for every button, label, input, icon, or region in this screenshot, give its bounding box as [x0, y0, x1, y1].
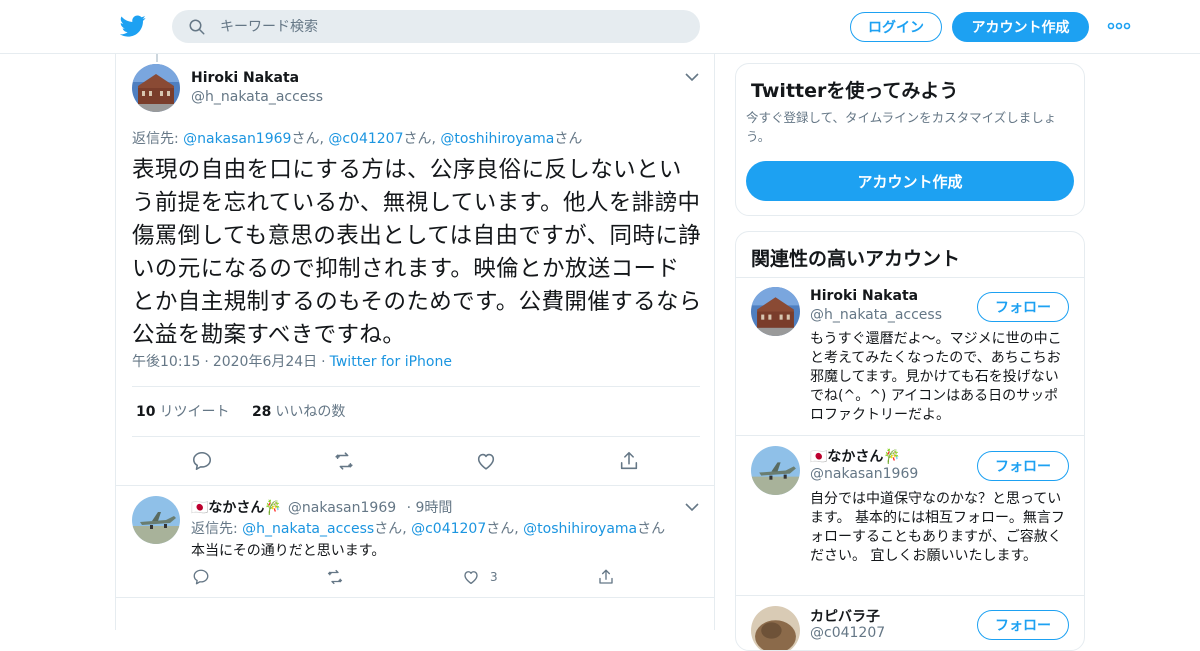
building-photo-icon	[751, 287, 800, 336]
chevron-down-icon[interactable]	[685, 72, 699, 82]
follow-button[interactable]: フォロー	[977, 451, 1069, 481]
reply-to-line: 返信先: @nakasan1969さん, @c041207さん, @toshih…	[132, 131, 583, 147]
like-heart-icon[interactable]	[462, 568, 480, 586]
related-accounts-card: 関連性の高いアカウント Hiroki Nakata @h_nakata_acce…	[735, 231, 1085, 651]
account-bio: 自分では中道保守なのかな？と思っています。 基本的には相互フォロー。無言フォロー…	[810, 491, 1065, 564]
like-heart-icon[interactable]	[475, 450, 497, 472]
avatar[interactable]	[751, 606, 800, 650]
building-photo-icon	[132, 64, 180, 112]
follow-button[interactable]: フォロー	[977, 292, 1069, 322]
like-count: 3	[490, 570, 498, 584]
retweet-icon[interactable]	[326, 568, 344, 586]
tweet-time[interactable]: 午後10:15	[132, 354, 200, 370]
reply-to-user[interactable]: @h_nakata_access	[242, 521, 374, 537]
search-input[interactable]	[220, 18, 660, 35]
reply-icon[interactable]	[192, 568, 210, 586]
reply-text: 本当にその通りだと思います。	[191, 543, 386, 559]
signup-button[interactable]: アカウント作成	[952, 12, 1089, 42]
top-navigation-bar: ログイン アカウント作成	[0, 0, 1200, 54]
divider	[736, 595, 1084, 596]
author-handle[interactable]: @h_nakata_access	[191, 89, 323, 105]
follow-button[interactable]: フォロー	[977, 610, 1069, 640]
divider	[736, 435, 1084, 436]
divider	[116, 597, 714, 598]
tweet-meta: 午後10:15 · 2020年6月24日 · Twitter for iPhone	[132, 354, 452, 370]
account-bio: もうすぐ還暦だよ〜。マジメに世の中こと考えてみたくなったので、あちこちお邪魔して…	[810, 331, 1062, 423]
like-stat[interactable]: 28 いいねの数	[252, 404, 345, 420]
reply-to-user[interactable]: @c041207	[328, 131, 403, 147]
account-name[interactable]: カピバラ子	[810, 606, 880, 626]
divider	[116, 485, 714, 486]
signup-card-title: Twitterを使ってみよう	[751, 80, 959, 102]
avatar[interactable]	[751, 446, 800, 495]
avatar[interactable]	[132, 64, 180, 112]
airplane-photo-icon	[132, 496, 180, 544]
author-name[interactable]: Hiroki Nakata	[191, 70, 299, 86]
signup-card: Twitterを使ってみよう 今すぐ登録して、タイムラインをカスタマイズしましょ…	[735, 63, 1085, 216]
login-button[interactable]: ログイン	[850, 12, 942, 42]
reply-time[interactable]: 9時間	[416, 500, 453, 516]
share-icon[interactable]	[618, 450, 640, 472]
reply-to-user[interactable]: @toshihiroyama	[440, 131, 554, 147]
reply-to-line: 返信先: @h_nakata_accessさん, @c041207さん, @to…	[191, 521, 666, 537]
tweet-source[interactable]: Twitter for iPhone	[330, 354, 452, 370]
thread-connector	[156, 54, 158, 62]
tweet-detail-column: Hiroki Nakata @h_nakata_access 返信先: @nak…	[115, 54, 715, 630]
reply-icon[interactable]	[191, 450, 213, 472]
avatar[interactable]	[132, 496, 180, 544]
account-handle[interactable]: @nakasan1969	[810, 466, 918, 482]
share-icon[interactable]	[597, 568, 615, 586]
tweet-date[interactable]: 2020年6月24日	[213, 354, 317, 370]
reply-header: 🇯🇵なかさん🎋 @nakasan1969 · 9時間	[191, 500, 453, 516]
capybara-photo-icon	[751, 606, 800, 650]
reply-to-user[interactable]: @nakasan1969	[183, 131, 291, 147]
twitter-bird-icon[interactable]	[120, 13, 146, 39]
more-dots-icon[interactable]	[1107, 20, 1131, 32]
divider	[132, 386, 700, 387]
signup-card-description: 今すぐ登録して、タイムラインをカスタマイズしましょう。	[746, 110, 1057, 144]
account-name[interactable]: Hiroki Nakata	[810, 288, 918, 304]
tweet-text: 表現の自由を口にする方は、公序良俗に反しないという前提を忘れているか、無視してい…	[132, 157, 702, 348]
divider	[736, 277, 1084, 278]
search-bar[interactable]	[172, 10, 700, 43]
search-icon	[189, 19, 205, 34]
related-accounts-title: 関連性の高いアカウント	[751, 248, 961, 270]
account-name[interactable]: 🇯🇵なかさん🎋	[810, 446, 901, 466]
airplane-photo-icon	[751, 446, 800, 495]
reply-to-user[interactable]: @c041207	[411, 521, 486, 537]
reply-author-name[interactable]: 🇯🇵なかさん🎋	[191, 500, 282, 516]
tweet-stats: 10 リツイート 28 いいねの数	[136, 401, 345, 421]
retweet-stat[interactable]: 10 リツイート	[136, 404, 229, 420]
reply-to-prefix: 返信先:	[132, 131, 179, 147]
reply-author-handle[interactable]: @nakasan1969	[288, 500, 396, 516]
divider	[132, 436, 700, 437]
reply-to-user[interactable]: @toshihiroyama	[523, 521, 637, 537]
retweet-icon[interactable]	[333, 450, 355, 472]
avatar[interactable]	[751, 287, 800, 336]
account-handle[interactable]: @c041207	[810, 625, 885, 641]
account-handle[interactable]: @h_nakata_access	[810, 307, 942, 323]
chevron-down-icon[interactable]	[685, 502, 699, 512]
signup-card-button[interactable]: アカウント作成	[746, 161, 1074, 201]
